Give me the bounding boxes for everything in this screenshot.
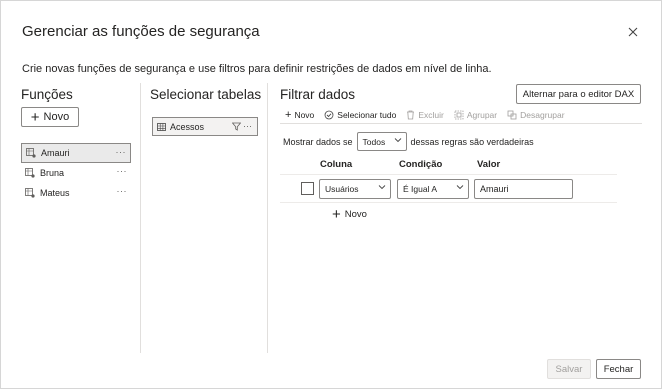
rule-condition-value: É Igual A	[403, 184, 438, 194]
match-mode-value: Todos	[362, 136, 386, 147]
table-label: Acessos	[170, 121, 205, 132]
toolbar-new-label: Novo	[294, 110, 315, 120]
role-list: Amauri ··· Bruna ··· Mateus ···	[21, 143, 131, 203]
toolbar-delete-label: Excluir	[418, 110, 444, 120]
show-prefix: Mostrar dados se	[283, 136, 353, 147]
match-mode-select[interactable]: Todos	[356, 132, 407, 151]
role-icon	[25, 188, 35, 198]
ungroup-button[interactable]: Desagrupar	[507, 110, 565, 120]
role-icon	[25, 168, 35, 178]
divider	[140, 83, 141, 353]
role-icon	[26, 148, 36, 158]
role-label: Bruna	[40, 168, 65, 178]
more-options-icon[interactable]: ···	[116, 147, 127, 157]
new-role-button[interactable]: + Novo	[21, 107, 79, 127]
select-all-icon	[324, 110, 334, 120]
toolbar-select-all-label: Selecionar tudo	[337, 110, 397, 120]
add-rule-label: Novo	[344, 209, 367, 220]
divider	[280, 202, 617, 203]
trash-icon	[407, 110, 415, 120]
rule-condition-select[interactable]: É Igual A	[397, 179, 469, 199]
new-role-label: Novo	[43, 111, 70, 123]
select-all-button[interactable]: Selecionar tudo	[324, 110, 396, 120]
save-button[interactable]: Salvar	[547, 359, 591, 379]
rule-column-value: Usuários	[325, 184, 359, 194]
dax-editor-button[interactable]: Alternar para o editor DAX	[516, 84, 641, 104]
role-label: Amauri	[41, 148, 70, 158]
group-icon	[454, 110, 464, 120]
rule-column-select[interactable]: Usuários	[319, 179, 391, 199]
divider	[280, 123, 642, 124]
show-data-row: Mostrar dados se Todos dessas regras são…	[283, 132, 534, 151]
chevron-down-icon	[456, 183, 464, 193]
filter-header: Filtrar dados	[280, 87, 356, 102]
toolbar-group-label: Agrupar	[466, 110, 498, 120]
ungroup-icon	[507, 110, 517, 120]
plus-icon: +	[30, 108, 40, 126]
group-button[interactable]: Agrupar	[454, 110, 497, 120]
condition-header: Condição	[399, 159, 443, 170]
role-item-bruna[interactable]: Bruna ···	[21, 163, 131, 183]
new-rule-toolbar-button[interactable]: + Novo	[285, 108, 315, 121]
more-options-icon[interactable]: ···	[117, 186, 128, 196]
table-icon	[157, 122, 166, 131]
delete-button[interactable]: Excluir	[406, 110, 444, 120]
role-label: Mateus	[40, 188, 70, 198]
dialog-subtitle: Crie novas funções de segurança e use fi…	[22, 63, 492, 75]
filter-icon[interactable]	[232, 122, 241, 131]
rule-checkbox[interactable]	[301, 182, 314, 195]
more-options-icon[interactable]: ···	[117, 166, 128, 176]
manage-roles-dialog: Gerenciar as funções de segurança Crie n…	[0, 0, 662, 389]
chevron-down-icon	[378, 183, 386, 193]
plus-icon: +	[332, 206, 341, 223]
tables-header: Selecionar tabelas	[150, 87, 262, 102]
divider	[280, 174, 617, 175]
toolbar-ungroup-label: Desagrupar	[520, 110, 565, 120]
show-suffix: dessas regras são verdadeiras	[410, 136, 534, 147]
role-item-amauri[interactable]: Amauri ···	[21, 143, 131, 163]
roles-header: Funções	[21, 87, 73, 102]
table-item-acessos[interactable]: Acessos ···	[152, 117, 258, 136]
plus-icon: +	[285, 108, 292, 121]
chevron-down-icon	[394, 136, 402, 146]
filter-toolbar: + Novo Selecionar tudo Excluir Agrupar D…	[285, 108, 575, 122]
dialog-title: Gerenciar as funções de segurança	[22, 23, 260, 40]
divider	[267, 83, 268, 353]
role-item-mateus[interactable]: Mateus ···	[21, 183, 131, 203]
value-header: Valor	[477, 159, 501, 170]
close-button[interactable]: Fechar	[596, 359, 641, 379]
rule-value-input[interactable]: Amauri	[474, 179, 573, 199]
column-header: Coluna	[320, 159, 353, 170]
close-icon[interactable]	[624, 23, 642, 41]
add-rule-button[interactable]: + Novo	[332, 207, 367, 222]
more-options-icon[interactable]: ···	[243, 121, 252, 131]
